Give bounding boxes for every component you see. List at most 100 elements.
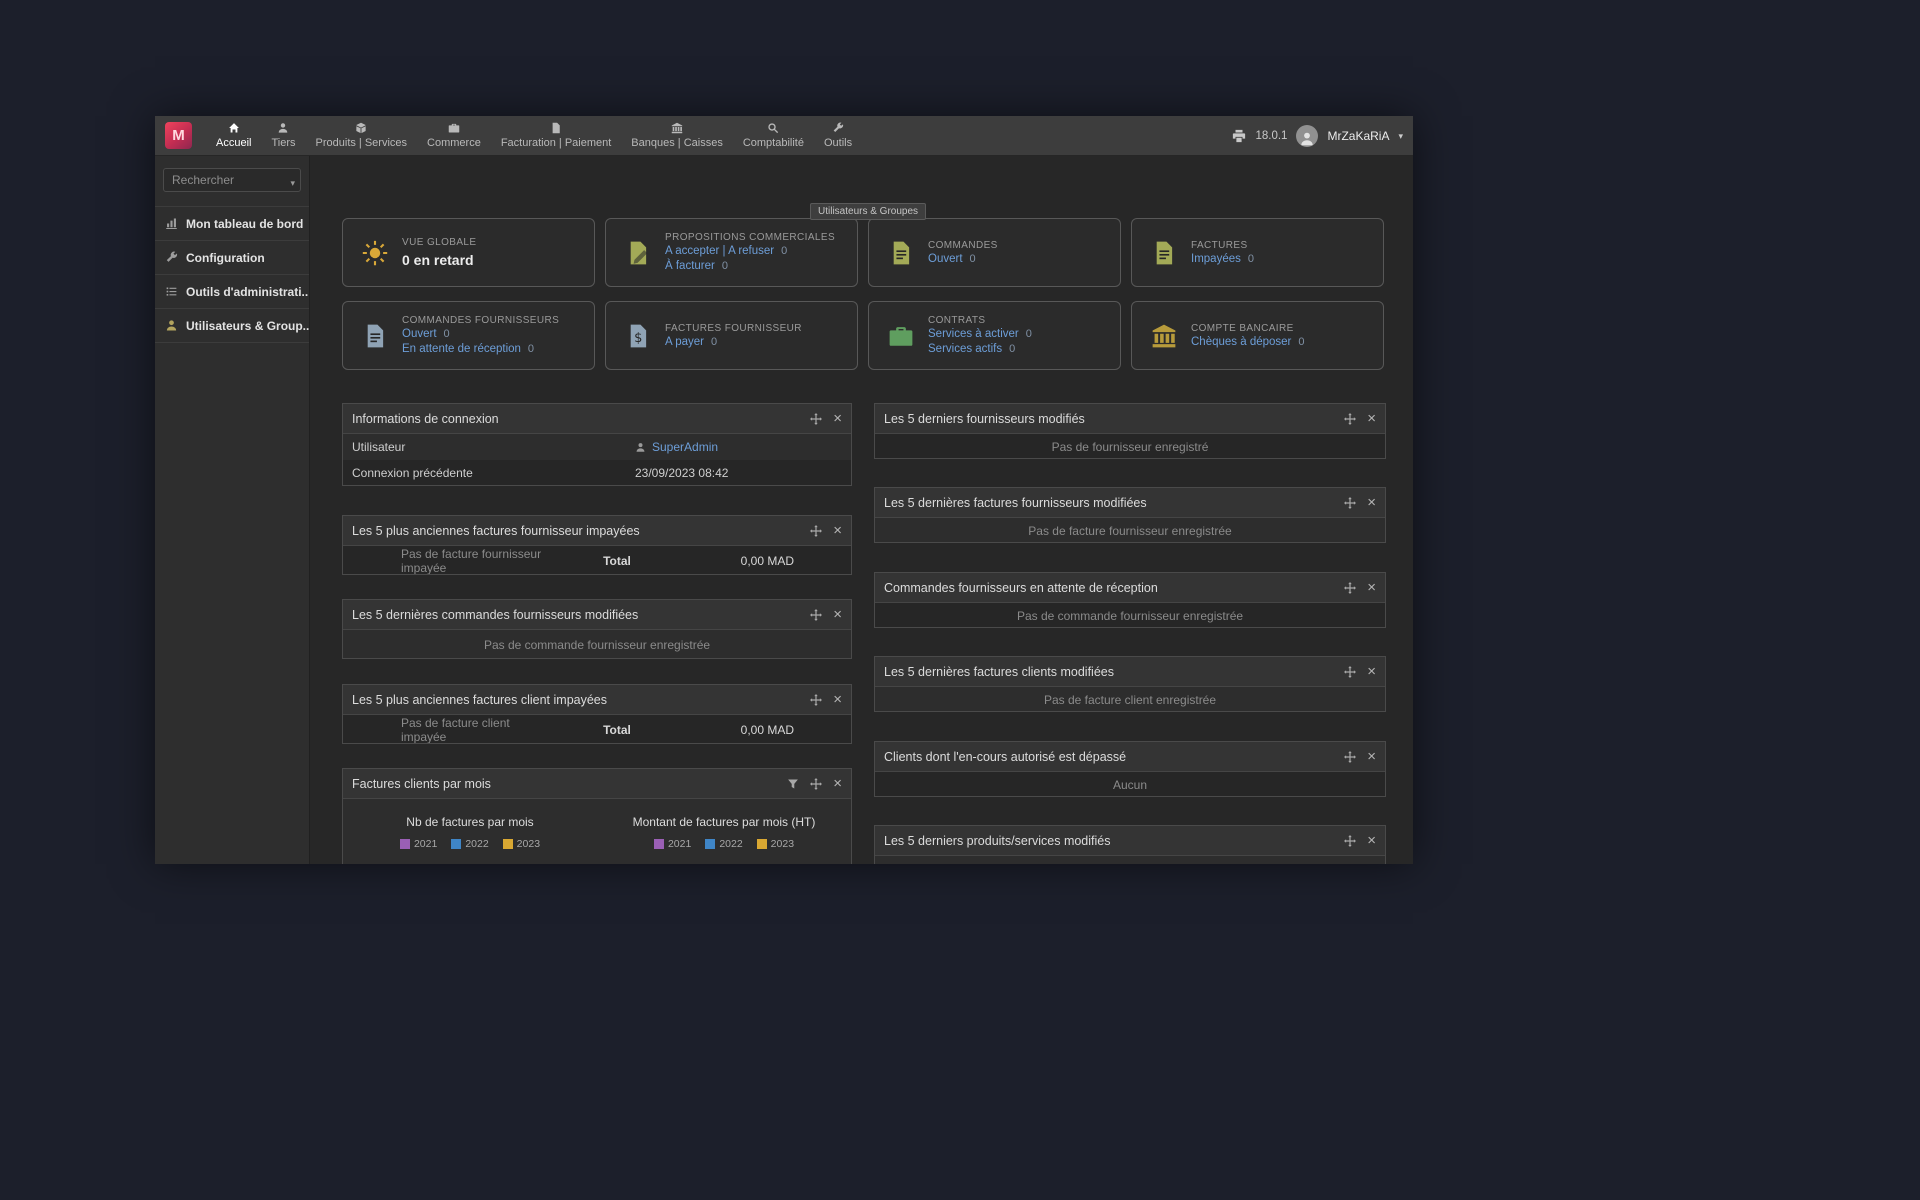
widget-header: Les 5 plus anciennes factures client imp…	[343, 685, 851, 715]
chevron-down-icon[interactable]	[1398, 130, 1403, 142]
kpi-link[interactable]: Chèques à déposer	[1191, 336, 1291, 348]
close-icon[interactable]	[1367, 664, 1376, 680]
nav-label: Banques | Caisses	[631, 137, 723, 149]
chart-nb-factures: Nb de factures par mois 2021 2022 2023 1…	[343, 799, 597, 850]
close-icon[interactable]	[833, 411, 842, 427]
nav-item-accueil[interactable]: Accueil	[206, 116, 261, 155]
widget-header: Les 5 derniers produits/services modifié…	[875, 826, 1385, 856]
sidebar-item-admin-tools[interactable]: Outils d'administrati...	[155, 275, 309, 309]
kpi-grid: VUE GLOBALE 0 en retard PROPOSITIONS COM…	[342, 218, 1384, 370]
close-icon[interactable]	[833, 607, 842, 623]
nav-item-banques-caisses[interactable]: Banques | Caisses	[621, 116, 733, 155]
widget-clients-over-credit-limit: Clients dont l'en-cours autorisé est dép…	[874, 741, 1386, 797]
move-icon[interactable]	[1344, 835, 1356, 847]
main-content: Utilisateurs & Groupes VUE GLOBALE 0 en …	[310, 156, 1413, 864]
kpi-count: 0	[711, 336, 717, 348]
close-icon[interactable]	[1367, 749, 1376, 765]
empty-message: Pas de facture client enregistrée	[1044, 693, 1216, 707]
widget-latest-products-services: Les 5 derniers produits/services modifié…	[874, 825, 1386, 864]
move-icon[interactable]	[810, 609, 822, 621]
nav-label: Comptabilité	[743, 137, 804, 149]
close-icon[interactable]	[1367, 495, 1376, 511]
billing-icon	[550, 122, 562, 134]
user-avatar[interactable]	[1296, 125, 1318, 147]
tooltip: Utilisateurs & Groupes	[810, 203, 926, 220]
sidebar-label: Utilisateurs & Group...	[186, 319, 309, 333]
nav-item-tiers[interactable]: Tiers	[261, 116, 305, 155]
nav-item-produits-services[interactable]: Produits | Services	[306, 116, 418, 155]
close-icon[interactable]	[833, 692, 842, 708]
sidebar-item-dashboard[interactable]: Mon tableau de bord	[155, 207, 309, 241]
accounting-icon	[767, 122, 779, 134]
empty-message: Pas de facture client impayée	[352, 716, 552, 744]
nav-item-commerce[interactable]: Commerce	[417, 116, 491, 155]
kpi-link[interactable]: En attente de réception	[402, 343, 521, 355]
move-icon[interactable]	[810, 413, 822, 425]
search-input[interactable]	[163, 168, 301, 192]
bank-account-icon	[1151, 323, 1177, 349]
kpi-link[interactable]: Services actifs	[928, 343, 1002, 355]
empty-row: Pas de facture client enregistrée	[875, 687, 1385, 712]
legend-swatch-2022	[705, 839, 715, 849]
widget-header: Les 5 dernières factures fournisseurs mo…	[875, 488, 1385, 518]
legend-swatch-2021	[400, 839, 410, 849]
tools-icon	[832, 122, 844, 134]
close-icon[interactable]	[1367, 833, 1376, 849]
kpi-title: COMPTE BANCAIRE	[1191, 323, 1305, 334]
kpi-count: 0	[1298, 336, 1304, 348]
close-icon[interactable]	[833, 523, 842, 539]
move-icon[interactable]	[1344, 413, 1356, 425]
sidebar-item-users-groups[interactable]: Utilisateurs & Group...	[155, 309, 309, 343]
total-row: Pas de facture client impayée Total 0,00…	[343, 715, 851, 744]
kpi-link[interactable]: Impayées	[1191, 253, 1241, 265]
legend-label: 2022	[465, 838, 488, 850]
search-dropdown-icon[interactable]	[290, 173, 295, 191]
navbar-right: 18.0.1 MrZaKaRiA	[1232, 125, 1403, 147]
widget-oldest-client-invoices: Les 5 plus anciennes factures client imp…	[342, 684, 852, 744]
widget-latest-suppliers: Les 5 derniers fournisseurs modifiés Pas…	[874, 403, 1386, 459]
kpi-count: 0	[722, 260, 728, 272]
close-icon[interactable]	[1367, 411, 1376, 427]
move-icon[interactable]	[810, 525, 822, 537]
kpi-count: 0	[970, 253, 976, 265]
move-icon[interactable]	[1344, 751, 1356, 763]
move-icon[interactable]	[1344, 582, 1356, 594]
kpi-link[interactable]: À facturer	[665, 260, 715, 272]
widget-title: Les 5 derniers produits/services modifié…	[884, 834, 1344, 848]
row-label: Connexion précédente	[352, 466, 635, 480]
user-icon	[165, 319, 178, 332]
kpi-link[interactable]: A payer	[665, 336, 704, 348]
kpi-title: VUE GLOBALE	[402, 237, 476, 248]
chart-title: Nb de factures par mois	[343, 815, 597, 829]
nav-item-outils[interactable]: Outils	[814, 116, 862, 155]
chart-montant-factures: Montant de factures par mois (HT) 2021 2…	[597, 799, 851, 850]
chart-title: Montant de factures par mois (HT)	[597, 815, 851, 829]
move-icon[interactable]	[810, 778, 822, 790]
kpi-link[interactable]: A accepter | A refuser	[665, 245, 774, 257]
kpi-link[interactable]: Ouvert	[928, 253, 963, 265]
printer-icon[interactable]	[1232, 129, 1246, 143]
sun-icon	[362, 240, 388, 266]
widget-header: Informations de connexion	[343, 404, 851, 434]
filter-icon[interactable]	[787, 778, 799, 790]
kpi-link[interactable]: Services à activer	[928, 328, 1019, 340]
kpi-contrats: CONTRATS Services à activer0 Services ac…	[868, 301, 1121, 370]
sidebar-item-configuration[interactable]: Configuration	[155, 241, 309, 275]
widget-header: Les 5 derniers fournisseurs modifiés	[875, 404, 1385, 434]
widget-supplier-orders-awaiting-reception: Commandes fournisseurs en attente de réc…	[874, 572, 1386, 628]
nav-label: Accueil	[216, 137, 251, 149]
superadmin-link[interactable]: SuperAdmin	[652, 440, 718, 454]
move-icon[interactable]	[1344, 666, 1356, 678]
empty-message: Pas de fournisseur enregistré	[1052, 440, 1209, 454]
app-logo[interactable]	[165, 122, 192, 149]
user-menu[interactable]: MrZaKaRiA	[1327, 129, 1389, 143]
nav-item-comptabilite[interactable]: Comptabilité	[733, 116, 814, 155]
kpi-link[interactable]: Ouvert	[402, 328, 437, 340]
close-icon[interactable]	[833, 776, 842, 792]
nav-item-facturation-paiement[interactable]: Facturation | Paiement	[491, 116, 621, 155]
connection-previous-row: Connexion précédente 23/09/2023 08:42	[343, 460, 851, 486]
move-icon[interactable]	[1344, 497, 1356, 509]
kpi-count: 0	[1248, 253, 1254, 265]
move-icon[interactable]	[810, 694, 822, 706]
close-icon[interactable]	[1367, 580, 1376, 596]
